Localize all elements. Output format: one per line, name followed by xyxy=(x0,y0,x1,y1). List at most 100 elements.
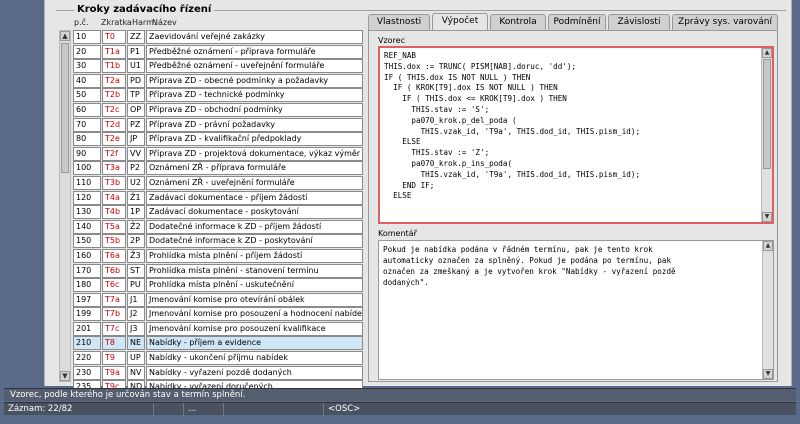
step-name-cell[interactable]: Zadávací dokumentace - poskytování xyxy=(146,205,363,220)
step-harm-cell[interactable]: U2 xyxy=(127,175,145,190)
step-abbr-cell[interactable]: T1a xyxy=(102,44,126,59)
step-abbr-cell[interactable]: T3b xyxy=(102,175,126,190)
step-name-cell[interactable]: Zadávací dokumentace - příjem žádostí xyxy=(146,190,363,205)
tab-z-vislosti[interactable]: Závislosti xyxy=(608,14,670,30)
table-row[interactable]: 120 T4a Ž1 Zadávací dokumentace - příjem žá… xyxy=(73,190,363,206)
formula-scrollbar[interactable]: ▲ ▼ xyxy=(761,48,772,222)
step-name-cell[interactable]: Oznámení ZŘ - příprava formuláře xyxy=(146,161,363,176)
formula-editor[interactable]: REF_NAB THIS.dox := TRUNC( PISM[NAB].dor… xyxy=(378,46,774,224)
step-name-cell[interactable]: Jmenování komise pro otevírání obálek xyxy=(146,292,363,307)
step-harm-cell[interactable]: OP xyxy=(127,102,145,117)
step-number-cell[interactable]: 230 xyxy=(73,365,101,380)
step-number-cell[interactable]: 160 xyxy=(73,248,101,263)
step-abbr-cell[interactable]: T4a xyxy=(102,190,126,205)
step-number-cell[interactable]: 100 xyxy=(73,161,101,176)
step-number-cell[interactable]: 199 xyxy=(73,307,101,322)
step-abbr-cell[interactable]: T3a xyxy=(102,161,126,176)
step-harm-cell[interactable]: TP xyxy=(127,88,145,103)
comment-editor[interactable]: Pokud je nabídka podána v řádném termínu… xyxy=(378,240,774,380)
step-name-cell[interactable]: Zaevidování veřejné zakázky xyxy=(146,30,363,44)
table-row[interactable]: 90 T2f VV Příprava ZD - projektová dokument… xyxy=(73,146,363,162)
step-number-cell[interactable]: 30 xyxy=(73,59,101,74)
step-number-cell[interactable]: 150 xyxy=(73,234,101,249)
step-number-cell[interactable]: 90 xyxy=(73,146,101,161)
step-name-cell[interactable]: Příprava ZD - obecné podmínky a požadavk… xyxy=(146,73,363,88)
scroll-thumb[interactable] xyxy=(61,43,69,173)
step-abbr-cell[interactable]: T2a xyxy=(102,73,126,88)
step-name-cell[interactable]: Nabídky - vyřazení pozdě dodaných xyxy=(146,365,363,380)
scroll-down-icon[interactable]: ▼ xyxy=(762,212,772,222)
step-name-cell[interactable]: Oznámení ZŘ - uveřejnění formuláře xyxy=(146,175,363,190)
step-number-cell[interactable]: 20 xyxy=(73,44,101,59)
scroll-up-icon[interactable]: ▲ xyxy=(60,31,70,41)
step-harm-cell[interactable]: 2P xyxy=(127,234,145,249)
table-row[interactable]: 20 T1a P1 Předběžné oznámení - příprava for… xyxy=(73,44,363,60)
step-harm-cell[interactable]: PU xyxy=(127,278,145,293)
step-abbr-cell[interactable]: T5b xyxy=(102,234,126,249)
table-row[interactable]: 70 T2d PZ Příprava ZD - právní požadavky xyxy=(73,117,363,133)
comment-scrollbar[interactable]: ▲ ▼ xyxy=(762,241,773,379)
step-name-cell[interactable]: Jmenování komise pro posouzení kvalifika… xyxy=(146,321,363,336)
step-name-cell[interactable]: Nabídky - ukončení příjmu nabídek xyxy=(146,351,363,366)
table-row[interactable]: 60 T2c OP Příprava ZD - obchodní podmínky xyxy=(73,102,363,118)
scroll-down-icon[interactable]: ▼ xyxy=(60,371,70,381)
table-row[interactable]: 230 T9a NV Nabídky - vyřazení pozdě dodanýc… xyxy=(73,365,363,381)
step-harm-cell[interactable]: ZZ xyxy=(127,30,145,44)
step-harm-cell[interactable]: 1P xyxy=(127,205,145,220)
formula-code[interactable]: REF_NAB THIS.dox := TRUNC( PISM[NAB].dor… xyxy=(380,48,772,205)
step-abbr-cell[interactable]: T5a xyxy=(102,219,126,234)
table-row[interactable]: 50 T2b TP Příprava ZD - technické podmínky xyxy=(73,88,363,103)
table-row[interactable]: 30 T1b U1 Předběžné oznámení - uveřejnění f… xyxy=(73,59,363,74)
scroll-down-icon[interactable]: ▼ xyxy=(763,369,773,379)
step-abbr-cell[interactable]: T1b xyxy=(102,59,126,74)
step-name-cell[interactable]: Prohlídka místa plnění - uskutečnění xyxy=(146,278,363,293)
table-row[interactable]: 100 T3a P2 Oznámení ZŘ - příprava formuláře xyxy=(73,161,363,176)
step-abbr-cell[interactable]: T4b xyxy=(102,205,126,220)
step-number-cell[interactable]: 210 xyxy=(73,336,101,351)
step-name-cell[interactable]: Nabídky - příjem a evidence xyxy=(146,336,363,351)
step-harm-cell[interactable]: NE xyxy=(127,336,145,351)
step-harm-cell[interactable]: J1 xyxy=(127,292,145,307)
step-harm-cell[interactable]: NV xyxy=(127,365,145,380)
table-row[interactable]: 180 T6c PU Prohlídka místa plnění - uskuteč… xyxy=(73,278,363,293)
step-name-cell[interactable]: Předběžné oznámení - uveřejnění formulář… xyxy=(146,59,363,74)
step-number-cell[interactable]: 120 xyxy=(73,190,101,205)
step-abbr-cell[interactable]: T2d xyxy=(102,117,126,132)
step-number-cell[interactable]: 130 xyxy=(73,205,101,220)
table-row[interactable]: 199 T7b J2 Jmenování komise pro posouzení a… xyxy=(73,307,363,322)
step-number-cell[interactable]: 140 xyxy=(73,219,101,234)
step-abbr-cell[interactable]: T2e xyxy=(102,132,126,147)
step-abbr-cell[interactable]: T0 xyxy=(102,30,126,44)
table-row[interactable]: 197 T7a J1 Jmenování komise pro otevírání o… xyxy=(73,292,363,308)
step-abbr-cell[interactable]: T8 xyxy=(102,336,126,351)
scroll-up-icon[interactable]: ▲ xyxy=(762,48,772,58)
comment-text[interactable]: Pokud je nabídka podána v řádném termínu… xyxy=(379,241,773,291)
step-number-cell[interactable]: 201 xyxy=(73,321,101,336)
table-row[interactable]: 150 T5b 2P Dodatečné informace k ZD - posky… xyxy=(73,234,363,249)
table-row[interactable]: 220 T9 UP Nabídky - ukončení příjmu nabídek xyxy=(73,351,363,366)
step-harm-cell[interactable]: Ž2 xyxy=(127,219,145,234)
step-name-cell[interactable]: Příprava ZD - kvalifikační předpoklady xyxy=(146,132,363,147)
step-harm-cell[interactable]: J2 xyxy=(127,307,145,322)
step-harm-cell[interactable]: PZ xyxy=(127,117,145,132)
step-harm-cell[interactable]: U1 xyxy=(127,59,145,74)
step-number-cell[interactable]: 10 xyxy=(73,30,101,44)
scroll-thumb[interactable] xyxy=(763,59,771,169)
step-name-cell[interactable]: Prohlídka místa plnění - příjem žádostí xyxy=(146,248,363,263)
tab-kontrola[interactable]: Kontrola xyxy=(490,14,546,30)
tab-podm-n-n-[interactable]: Podmínění xyxy=(548,14,606,30)
table-row[interactable]: 140 T5a Ž2 Dodatečné informace k ZD - příje… xyxy=(73,219,363,235)
step-number-cell[interactable]: 220 xyxy=(73,351,101,366)
table-row[interactable]: 170 T6b ST Prohlídka místa plnění - stanove… xyxy=(73,263,363,279)
table-row[interactable]: 40 T2a PD Příprava ZD - obecné podmínky a p… xyxy=(73,73,363,89)
step-abbr-cell[interactable]: T7a xyxy=(102,292,126,307)
step-name-cell[interactable]: Jmenování komise pro posouzení a hodnoce… xyxy=(146,307,363,322)
step-abbr-cell[interactable]: T2f xyxy=(102,146,126,161)
step-name-cell[interactable]: Příprava ZD - obchodní podmínky xyxy=(146,102,363,117)
step-abbr-cell[interactable]: T6b xyxy=(102,263,126,278)
step-abbr-cell[interactable]: T6a xyxy=(102,248,126,263)
tab-vlastnosti[interactable]: Vlastnosti xyxy=(368,14,430,30)
step-number-cell[interactable]: 40 xyxy=(73,73,101,88)
step-name-cell[interactable]: Dodatečné informace k ZD - příjem žádost… xyxy=(146,219,363,234)
step-number-cell[interactable]: 180 xyxy=(73,278,101,293)
